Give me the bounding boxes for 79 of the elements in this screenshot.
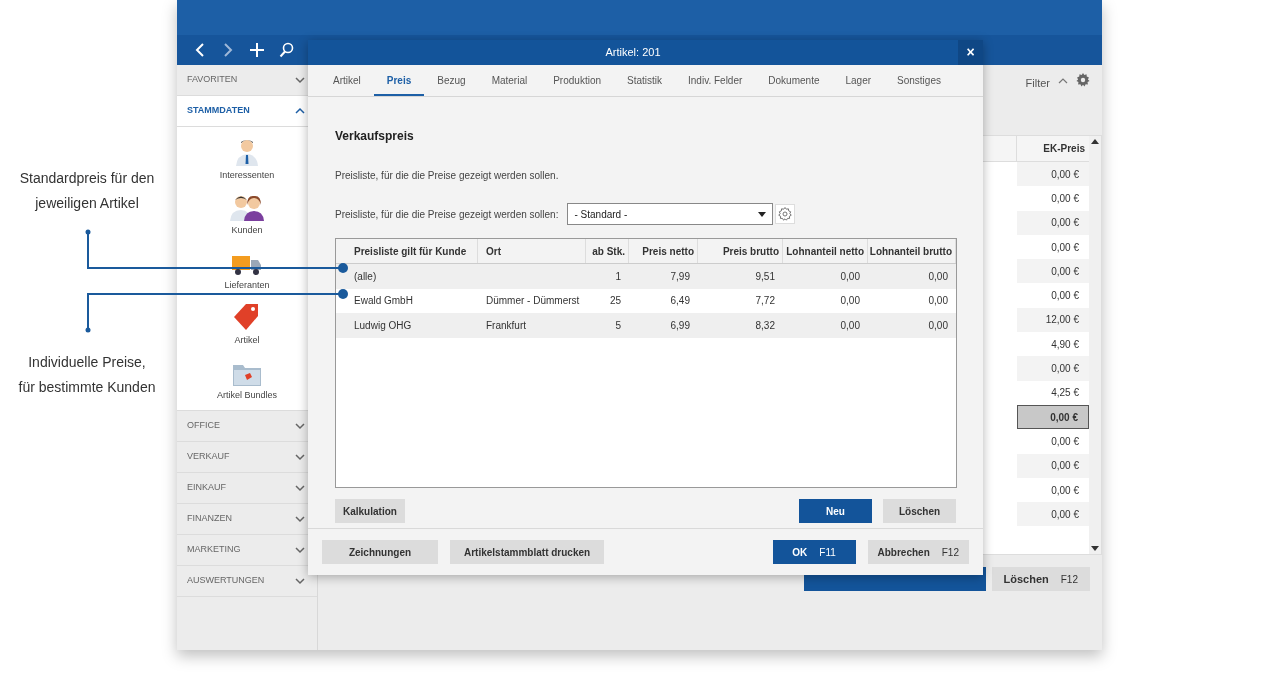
table-cell: 0,00 € bbox=[1017, 356, 1089, 381]
column-header[interactable]: Preis brutto bbox=[698, 239, 783, 263]
tab[interactable]: Indiv. Felder bbox=[675, 66, 756, 96]
column-header[interactable]: ab Stk. bbox=[586, 239, 629, 263]
sidebar-item[interactable]: Artikel Bundles bbox=[217, 353, 277, 402]
tag-icon bbox=[234, 302, 260, 331]
back-icon[interactable] bbox=[193, 42, 207, 58]
tab[interactable]: Preis bbox=[373, 66, 425, 96]
table-cell: 0,00 € bbox=[1017, 210, 1089, 235]
column-header[interactable]: Ort bbox=[478, 239, 586, 263]
search-icon[interactable] bbox=[279, 42, 294, 58]
tab[interactable]: Sonstiges bbox=[884, 66, 954, 96]
sidebar-item[interactable]: Kunden bbox=[230, 188, 264, 237]
dropdown-caret-icon bbox=[758, 211, 767, 217]
footer-button[interactable]: Artikelstammblatt drucken bbox=[450, 540, 605, 564]
scroll-down-icon[interactable] bbox=[1091, 546, 1099, 552]
table-cell-text: Ludwig OHG bbox=[353, 318, 413, 333]
table-cell-text: 7,72 bbox=[754, 294, 776, 309]
table-cell-text: (alle) bbox=[353, 269, 378, 284]
sidebar-item[interactable]: Interessenten bbox=[219, 133, 275, 182]
description-text: Preisliste, für die die Preise gezeigt werden sollen. bbox=[335, 169, 560, 183]
column-header[interactable]: Lohnanteil netto bbox=[783, 239, 868, 263]
tab[interactable]: Dokumente bbox=[755, 66, 833, 96]
table-cell-text: 0,00 bbox=[839, 318, 861, 333]
delete-button[interactable]: Löschen F12 bbox=[991, 567, 1090, 591]
table-cell-text: 25 bbox=[608, 294, 622, 309]
table-cell-text: 0,00 bbox=[927, 294, 949, 309]
column-header[interactable]: EK-Preis bbox=[1017, 136, 1089, 162]
callout-text: Individuelle Preise, für bestimmte Kunden bbox=[17, 353, 157, 397]
tab[interactable]: Produktion bbox=[540, 66, 614, 96]
dialog-title: Artikel: 201 bbox=[604, 45, 662, 61]
table-cell: 0,00 € bbox=[1017, 502, 1089, 527]
callout-text: Standardpreis für den jeweiligen Artikel bbox=[18, 169, 156, 213]
table-cell-text: 0,00 bbox=[927, 269, 949, 284]
scroll-up-icon[interactable] bbox=[1091, 138, 1099, 144]
table-cell-text: Frankfurt bbox=[485, 318, 527, 333]
footer-button[interactable]: OK F11 bbox=[772, 540, 856, 564]
table-cell-text: 6,49 bbox=[669, 294, 691, 309]
table-cell: 0,00 € bbox=[1017, 162, 1089, 187]
table-cell-text: Ewald GmbH bbox=[353, 294, 414, 309]
table-cell-text: Dümmer - Dümmerst bbox=[485, 294, 581, 309]
table-cell-text: 5 bbox=[614, 318, 622, 333]
close-button[interactable]: × bbox=[958, 40, 983, 65]
table-cell-text: 1 bbox=[614, 269, 622, 284]
section-heading: Verkaufspreis bbox=[335, 128, 415, 145]
footer-button[interactable]: Zeichnungen bbox=[322, 540, 438, 564]
tab[interactable]: Artikel bbox=[320, 66, 374, 96]
scrollbar[interactable] bbox=[1089, 136, 1101, 554]
table-cell-text: 8,32 bbox=[754, 318, 776, 333]
table-cell: 12,00 € bbox=[1017, 307, 1089, 333]
pricelist-label: Preisliste, für die die Preise gezeigt werden sollen: bbox=[335, 207, 559, 222]
sidebar-item[interactable]: Lieferanten bbox=[224, 243, 270, 292]
tab[interactable]: Bezug bbox=[424, 66, 479, 96]
table-cell-text: 0,00 bbox=[839, 294, 861, 309]
table-cell: 0,00 € bbox=[1017, 453, 1089, 478]
table-cell-text: 0,00 bbox=[927, 318, 949, 333]
action-button[interactable]: Löschen bbox=[883, 499, 956, 523]
tab[interactable]: Statistik bbox=[614, 66, 676, 96]
table-cell-text: 7,99 bbox=[669, 269, 691, 284]
table-cell: 0,00 € bbox=[1017, 259, 1089, 284]
person-icon bbox=[235, 137, 259, 166]
tab[interactable]: Lager bbox=[832, 66, 885, 96]
column-header[interactable]: Preis netto bbox=[629, 239, 698, 263]
table-cell-text: 6,99 bbox=[669, 318, 691, 333]
pricelist-dropdown[interactable]: - Standard - bbox=[567, 203, 774, 225]
sidebar-item[interactable]: Artikel bbox=[234, 298, 260, 347]
column-header[interactable]: Lohnanteil brutto bbox=[868, 239, 956, 263]
new-button[interactable]: Neu bbox=[799, 499, 872, 523]
table-cell-text: 0,00 bbox=[839, 269, 861, 284]
settings-icon[interactable] bbox=[1076, 73, 1090, 87]
action-button[interactable]: Kalkulation bbox=[335, 499, 405, 523]
settings-icon[interactable] bbox=[775, 204, 796, 224]
forward-icon[interactable] bbox=[221, 42, 235, 58]
plus-icon[interactable] bbox=[249, 42, 265, 58]
table-cell-text: 9,51 bbox=[754, 269, 776, 284]
filter-label[interactable]: Filter bbox=[1025, 75, 1050, 92]
table-cell: 0,00 € bbox=[1017, 404, 1089, 430]
footer-button[interactable]: Abbrechen F12 bbox=[867, 540, 969, 564]
tab[interactable]: Material bbox=[478, 66, 541, 96]
